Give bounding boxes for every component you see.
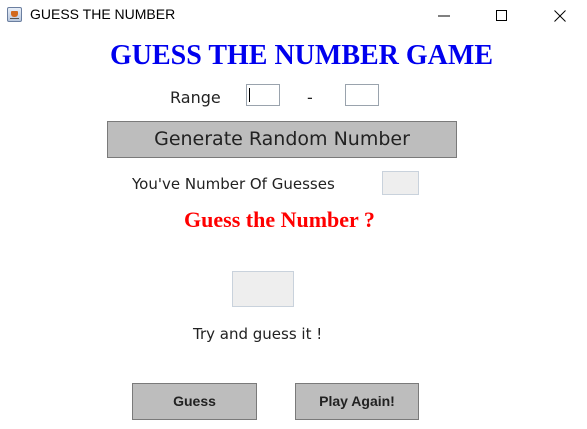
guesses-count-label: You've Number Of Guesses [132,175,335,193]
guess-button[interactable]: Guess [132,383,257,420]
guesses-count-field [382,171,419,195]
range-separator: - [307,88,313,107]
range-to-input[interactable] [345,84,379,106]
game-heading: GUESS THE NUMBER GAME [110,40,493,71]
minimize-button[interactable] [421,0,467,32]
guess-prompt: Guess the Number ? [184,207,375,232]
close-button[interactable] [537,0,583,32]
maximize-icon [496,10,507,21]
play-again-button[interactable]: Play Again! [295,383,419,420]
window-title: GUESS THE NUMBER [30,6,176,22]
maximize-button[interactable] [479,0,525,32]
close-icon [554,10,566,22]
java-coffee-cup-icon [7,7,22,22]
title-bar: GUESS THE NUMBER [0,0,587,32]
range-label: Range [170,88,221,107]
generate-random-number-button[interactable]: Generate Random Number [107,121,457,158]
app-window: GUESS THE NUMBER GUESS THE NUMBER GAME R… [0,0,587,429]
minimize-icon [438,15,450,17]
range-from-input[interactable] [246,84,280,106]
guess-input[interactable] [232,271,294,307]
hint-text: Try and guess it ! [193,325,323,343]
